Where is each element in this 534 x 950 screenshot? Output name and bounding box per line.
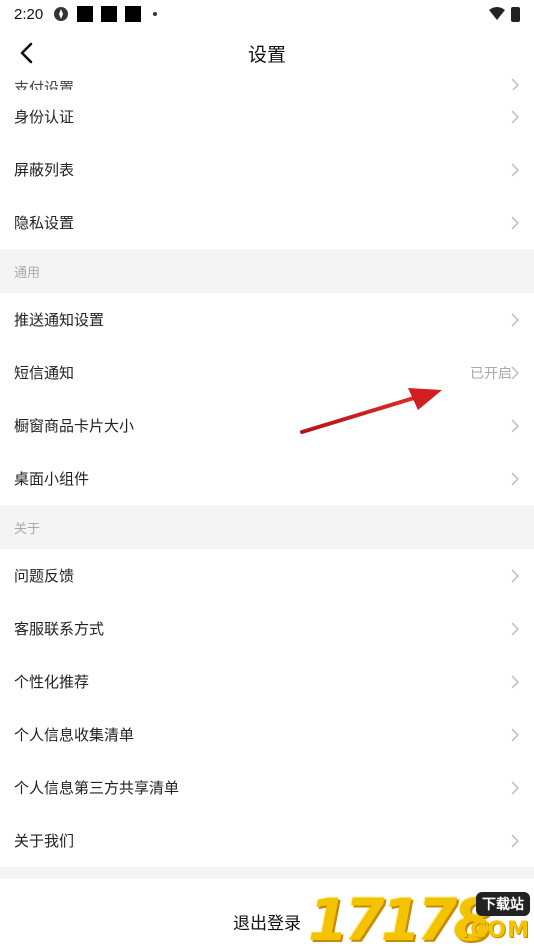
battery-icon — [511, 6, 520, 22]
settings-item-label: 个人信息收集清单 — [14, 726, 135, 744]
settings-item-label: 个性化推荐 — [14, 673, 90, 691]
status-bar: 2:20 — [0, 0, 534, 28]
settings-item-label: 短信通知 — [14, 364, 75, 382]
settings-item-label: 客服联系方式 — [14, 620, 105, 638]
settings-item-label: 个人信息第三方共享清单 — [14, 779, 180, 797]
settings-item-label: 推送通知设置 — [14, 311, 105, 329]
logout-label: 退出登录 — [233, 914, 301, 934]
chevron-right-icon — [511, 365, 520, 380]
chevron-right-icon — [511, 312, 520, 327]
status-time: 2:20 — [14, 5, 44, 23]
settings-item-customer-service[interactable]: 客服联系方式 — [0, 602, 534, 655]
back-arrow-icon[interactable] — [14, 40, 40, 66]
chevron-right-icon — [511, 471, 520, 486]
settings-item-personal-info-collection[interactable]: 个人信息收集清单 — [0, 708, 534, 761]
logout-button[interactable]: 退出登录 — [0, 893, 534, 950]
settings-item-label: 支付设置 — [14, 79, 75, 90]
settings-item-desktop-widget[interactable]: 桌面小组件 — [0, 452, 534, 505]
settings-item-identity[interactable]: 身份认证 — [0, 90, 534, 143]
settings-item-block-list[interactable]: 屏蔽列表 — [0, 143, 534, 196]
settings-list: 支付设置 身份认证 屏蔽列表 隐私设置 通用 推送通知设置 短信通知 已开启 橱… — [0, 74, 534, 879]
chevron-right-icon — [511, 162, 520, 177]
chevron-right-icon — [511, 833, 520, 848]
settings-item-label: 隐私设置 — [14, 214, 75, 232]
chevron-right-icon — [511, 418, 520, 433]
settings-item-privacy[interactable]: 隐私设置 — [0, 196, 534, 249]
chevron-right-icon — [511, 109, 520, 124]
settings-item-label: 身份认证 — [14, 108, 75, 126]
notification-icon-3 — [125, 6, 142, 22]
settings-item-label: 问题反馈 — [14, 567, 75, 585]
settings-item-label: 屏蔽列表 — [14, 161, 75, 179]
chevron-right-icon — [511, 727, 520, 742]
notification-icon-2 — [101, 6, 118, 22]
chevron-right-icon — [511, 621, 520, 636]
page-title: 设置 — [247, 43, 286, 66]
settings-item-personalized-recommendation[interactable]: 个性化推荐 — [0, 655, 534, 708]
settings-item-sms-notifications[interactable]: 短信通知 已开启 — [0, 346, 534, 399]
settings-item-payment[interactable]: 支付设置 — [0, 74, 534, 90]
nav-bar: 设置 — [0, 28, 534, 78]
settings-item-label: 桌面小组件 — [14, 470, 90, 488]
settings-item-label: 关于我们 — [14, 832, 75, 850]
settings-item-label: 橱窗商品卡片大小 — [14, 417, 135, 435]
app-notification-icon — [54, 7, 69, 21]
chevron-right-icon — [511, 780, 520, 795]
settings-item-third-party-sharing[interactable]: 个人信息第三方共享清单 — [0, 761, 534, 814]
notification-icon-1 — [77, 6, 94, 22]
list-bottom-gap — [0, 867, 534, 879]
settings-item-about-us[interactable]: 关于我们 — [0, 814, 534, 867]
chevron-right-icon — [511, 568, 520, 583]
chevron-right-icon — [511, 674, 520, 689]
chevron-right-icon — [511, 215, 520, 230]
more-notifications-dot-icon — [153, 12, 158, 16]
settings-item-feedback[interactable]: 问题反馈 — [0, 549, 534, 602]
settings-item-push-notifications[interactable]: 推送通知设置 — [0, 293, 534, 346]
wifi-icon — [489, 7, 505, 20]
chevron-right-icon — [511, 78, 520, 90]
settings-item-showcase-card-size[interactable]: 橱窗商品卡片大小 — [0, 399, 534, 452]
section-header-general: 通用 — [0, 249, 534, 293]
sms-status-value: 已开启 — [470, 365, 512, 382]
section-header-about: 关于 — [0, 505, 534, 549]
